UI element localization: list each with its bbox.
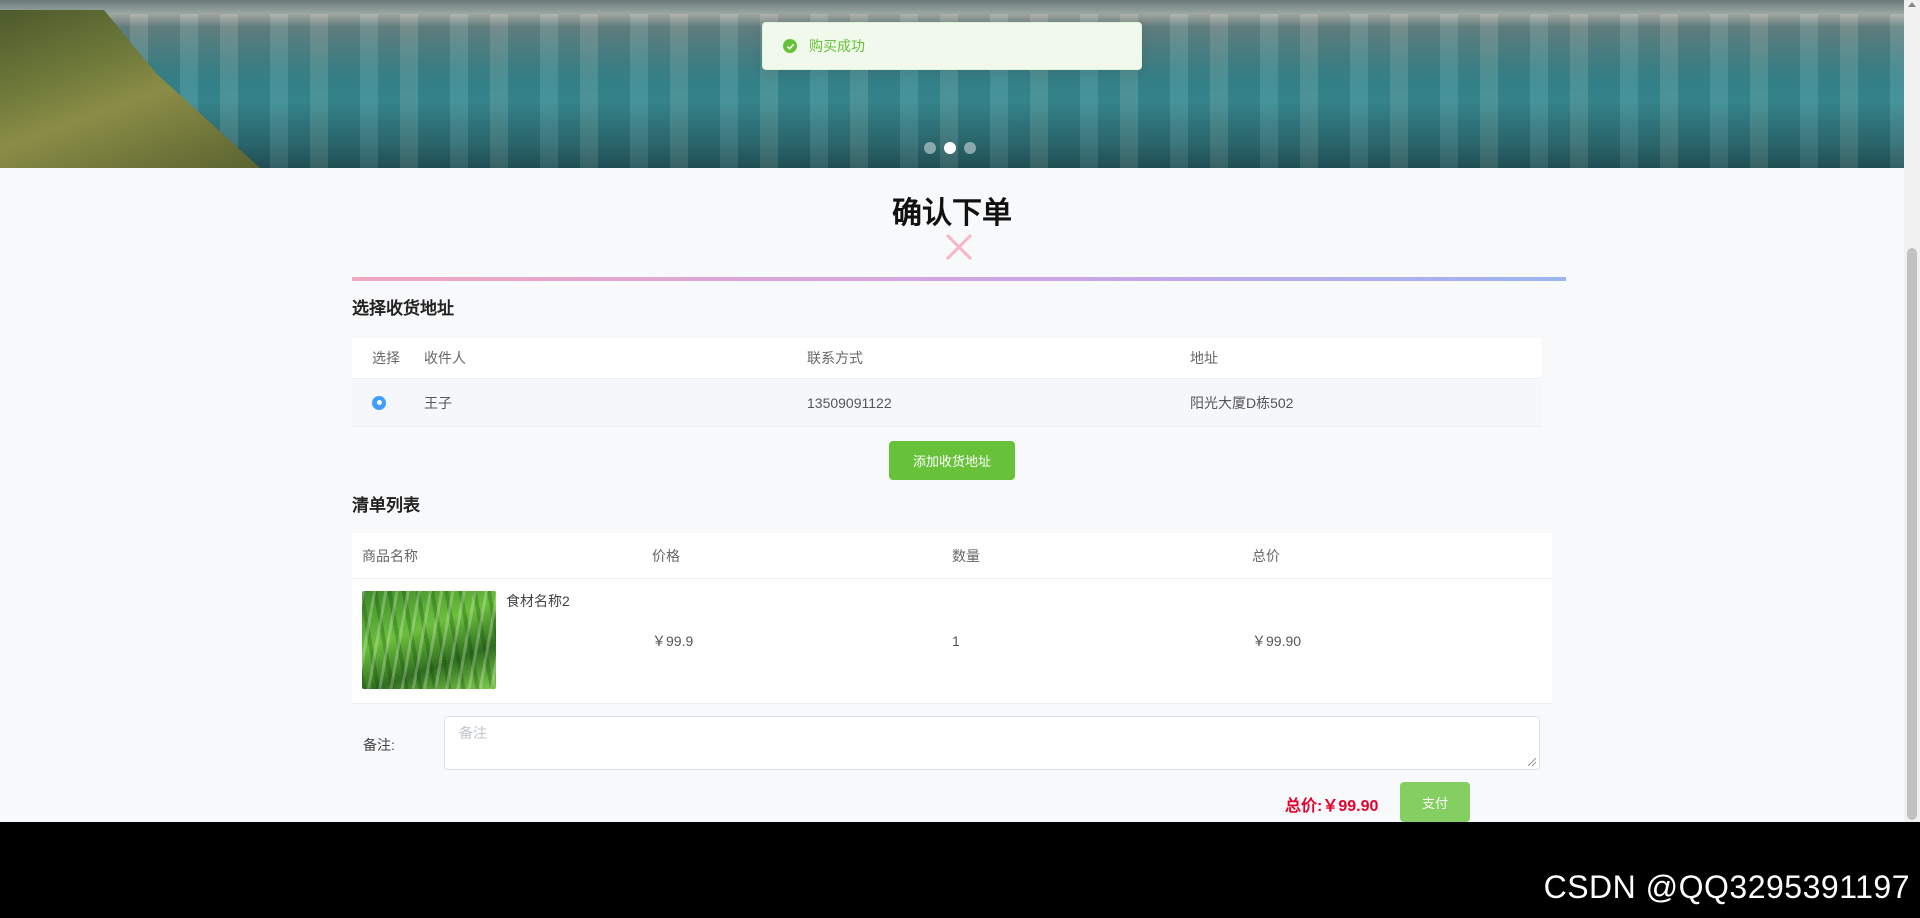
page-scrollbar[interactable] [1904,0,1920,822]
product-name: 食材名称2 [506,593,570,609]
recipient-address: 阳光大厦D栋502 [1190,394,1294,411]
scrollbar-thumb[interactable] [1907,248,1917,820]
pay-button[interactable]: 支付 [1400,782,1470,822]
recipient-name: 王子 [424,394,452,411]
address-section-title: 选择收货地址 [352,299,454,318]
page-title: 确认下单 [892,197,1012,230]
total-label: 总价: [1285,798,1323,815]
remark-textarea[interactable]: 备注 [444,716,1540,770]
success-toast: 购买成功 [762,22,1142,70]
decorative-x-icon [945,233,973,261]
resize-handle-icon[interactable] [1528,758,1536,766]
recipient-phone: 13509091122 [807,394,892,411]
order-list-row: 食材名称2 ￥99.9 1 ￥99.90 [352,579,1552,704]
total-value: ￥99.90 [1322,798,1379,815]
order-list-table: 商品名称 价格 数量 总价 食材名称2 ￥99.9 1 ￥99.90 [352,533,1552,704]
order-page: 购买成功 确认下单 选择收货地址 选择 收件人 联系方式 地址 王子 13509… [0,0,1904,822]
col-phone: 联系方式 [807,350,863,366]
add-address-button[interactable]: 添加收货地址 [889,441,1015,480]
product-quantity: 1 [952,633,960,649]
list-section-title: 清单列表 [352,496,420,515]
address-table-header: 选择 收件人 联系方式 地址 [352,338,1542,379]
product-price: ￥99.9 [652,633,694,649]
carousel-dot-1[interactable] [924,142,936,154]
col-quantity: 数量 [952,547,980,564]
col-address: 地址 [1190,350,1218,366]
scroll-up-icon[interactable] [1908,2,1916,7]
total-price: 总价:￥99.90 [1285,792,1378,816]
col-select: 选择 [372,350,400,366]
celery-image [362,591,496,689]
remark-label: 备注: [363,737,395,753]
remark-placeholder: 备注 [459,725,487,741]
carousel-indicators [924,142,976,154]
col-total: 总价 [1252,547,1280,564]
address-radio[interactable] [372,395,386,410]
carousel-dot-3[interactable] [964,142,976,154]
order-list-header: 商品名称 价格 数量 总价 [352,533,1552,579]
product-total: ￥99.90 [1252,633,1302,649]
carousel-dot-2[interactable] [944,142,956,154]
col-recipient: 收件人 [424,350,466,366]
col-product-name: 商品名称 [362,547,418,564]
col-price: 价格 [652,547,680,564]
address-row[interactable]: 王子 13509091122 阳光大厦D栋502 [352,379,1542,427]
watermark: CSDN @QQ3295391197 [1543,869,1910,905]
toast-message: 购买成功 [809,38,865,54]
success-check-icon [783,39,797,53]
title-divider [352,277,1566,281]
address-table: 选择 收件人 联系方式 地址 王子 13509091122 阳光大厦D栋502 [352,338,1542,427]
